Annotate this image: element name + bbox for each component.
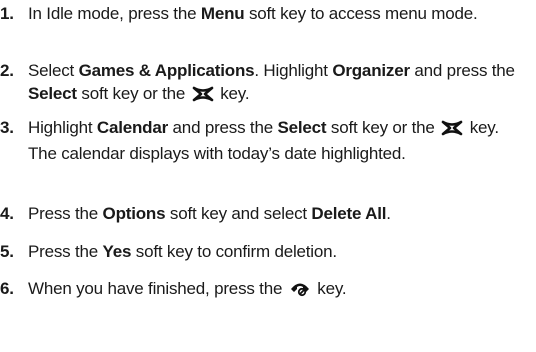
calendar-label: Calendar [96, 118, 169, 137]
step-text: key. [312, 279, 347, 298]
step-number: 1. [0, 4, 14, 23]
step-text: and press the [409, 61, 515, 80]
step-text: Press the [28, 204, 103, 223]
select-key-icon [192, 85, 214, 108]
step-text: . [386, 204, 391, 223]
select-key-label: Select [28, 84, 77, 103]
games-applications-label: Games & Applications [78, 61, 255, 80]
step-number: 4. [0, 204, 14, 223]
select-key-label: Select [277, 118, 327, 137]
organizer-label: Organizer [332, 61, 410, 80]
step-text: In Idle mode, press the [28, 4, 201, 23]
step-number: 2. [0, 61, 14, 80]
step-text: soft key to access menu mode. [244, 4, 478, 23]
instruction-list: 1. In Idle mode, press the Menu soft key… [0, 0, 536, 352]
menu-key-label: Menu [200, 4, 245, 23]
yes-key-label: Yes [102, 242, 132, 261]
step-3: 3. Highlight Calendar and press the Sele… [0, 116, 530, 165]
step-1: 1. In Idle mode, press the Menu soft key… [0, 2, 530, 25]
step-number: 6. [0, 279, 14, 298]
step-text: Press the [28, 242, 103, 261]
step-text: When you have finished, press the [28, 279, 287, 298]
step-text: Highlight [28, 118, 97, 137]
step-text: Select [28, 61, 79, 80]
delete-all-label: Delete All [311, 204, 387, 223]
step-number: 5. [0, 242, 14, 261]
step-text: soft key or the [326, 118, 440, 137]
step-number: 3. [0, 118, 14, 137]
step-2: 2. Select Games & Applications. Highligh… [0, 59, 530, 108]
end-key-icon [289, 279, 311, 303]
step-4: 4. Press the Options soft key and select… [0, 202, 530, 225]
options-key-label: Options [102, 204, 166, 223]
step-text: and press the [168, 118, 278, 137]
step-text: soft key to confirm deletion. [131, 242, 337, 261]
step-5: 5. Press the Yes soft key to confirm del… [0, 240, 530, 263]
step-text: soft key and select [165, 204, 312, 223]
step-text: . Highlight [254, 61, 333, 80]
step-text: key. [215, 84, 250, 103]
step-text: soft key or the [76, 84, 190, 103]
select-key-icon [441, 119, 463, 142]
step-6: 6. When you have finished, press the key… [0, 277, 530, 303]
